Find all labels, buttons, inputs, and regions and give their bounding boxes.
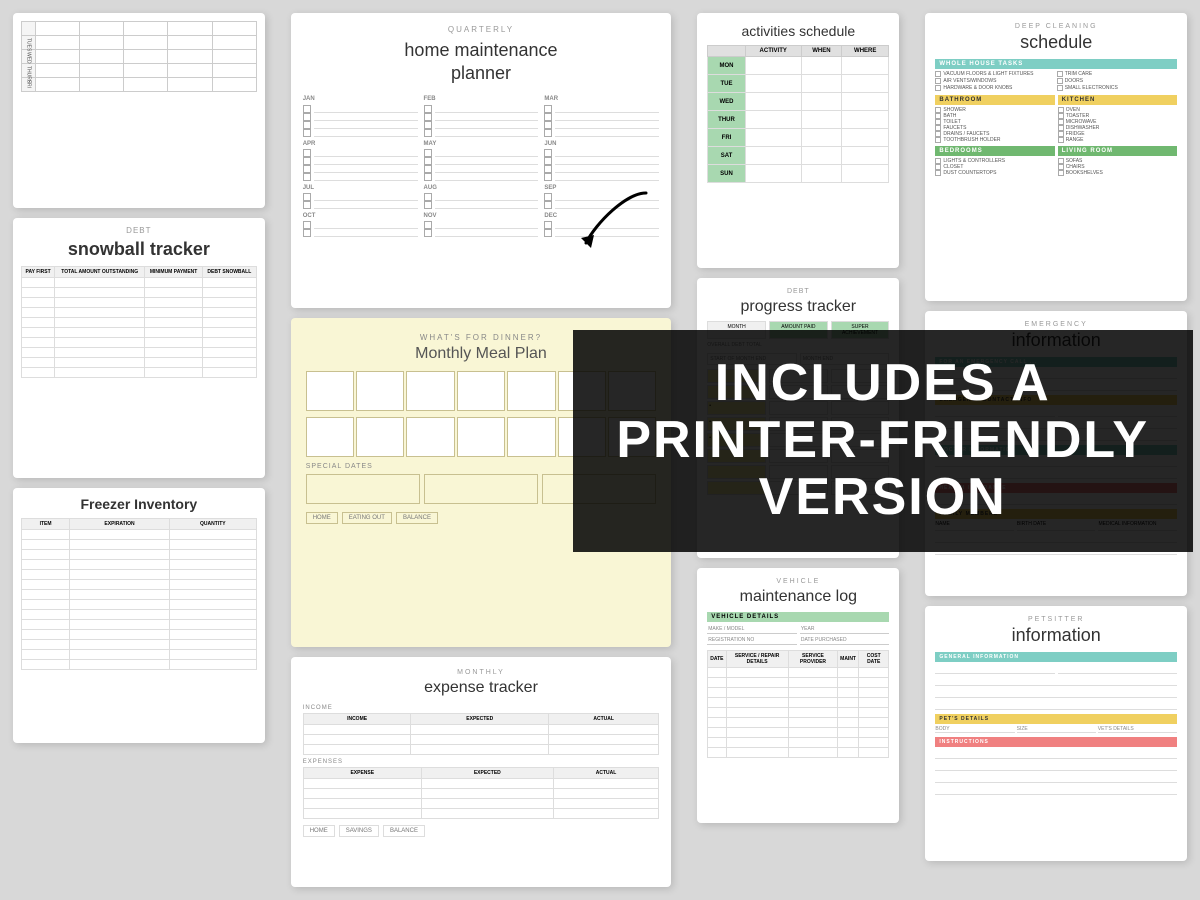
day-wed-act: WED — [708, 93, 745, 111]
dc-bath-kitchen: BATHROOM SHOWER BATH TOILET FAUCETS DRAI… — [935, 95, 1177, 143]
weekly-calendar-card: TUES WED THURS FRI — [13, 13, 265, 208]
home-maint-title: home maintenanceplanner — [303, 39, 660, 86]
dc-kitchen-header: KITCHEN — [1058, 95, 1177, 105]
dc-bedrooms-header: BEDROOMS — [935, 146, 1054, 156]
veh-date-purchased: DATE PURCHASED — [800, 636, 890, 645]
vehicle-title: maintenance log — [707, 588, 889, 606]
day-tues: TUES — [22, 36, 36, 50]
dc-whole-house: WHOLE HOUSE TASKS VACUUM FLOORS & LIGHT … — [935, 59, 1177, 91]
dc-kitchen-section: KITCHEN OVEN TOASTER MICROWAVE DISHWASHE… — [1058, 95, 1177, 143]
dc-title: schedule — [935, 32, 1177, 53]
snowball-title: snowball tracker — [21, 239, 257, 260]
main-layout: TUES WED THURS FRI DEBT snow — [0, 0, 1200, 900]
freezer-table: ITEM EXPIRATION QUANTITY — [21, 518, 257, 670]
dc-whole-house-items: VACUUM FLOORS & LIGHT FIXTURES TRIM CARE… — [935, 71, 1177, 91]
snowball-table: PAY FIRST TOTAL AMOUNT OUTSTANDING MINIM… — [21, 266, 257, 378]
freezer-title: Freezer Inventory — [21, 496, 257, 512]
month-col-feb: FEB MAY AUG NOV — [424, 96, 539, 237]
veh-make-model: MAKE / MODEL — [707, 625, 797, 634]
calendar-table: TUES WED THURS FRI — [21, 21, 257, 92]
pet-general-fields — [935, 664, 1177, 710]
dc-bathroom-section: BATHROOM SHOWER BATH TOILET FAUCETS DRAI… — [935, 95, 1054, 143]
overlay-banner: INCLUDES A PRINTER-FRIENDLY VERSION — [573, 330, 1193, 552]
day-fri-act: FRI — [708, 129, 745, 147]
activities-schedule-card: activities schedule ACTIVITY WHEN WHERE … — [697, 13, 899, 268]
exp-savings-btn[interactable]: SAVINGS — [339, 825, 379, 837]
deep-cleaning-card: DEEP CLEANING schedule WHOLE HOUSE TASKS… — [925, 13, 1187, 301]
dc-bed-living: BEDROOMS LIGHTS & CONTROLLERS CLOSET DUS… — [935, 146, 1177, 176]
dc-living-section: LIVING ROOM SOFAS CHAIRS BOOKSHELVES — [1058, 146, 1177, 176]
pet-instructions-header: INSTRUCTIONS — [935, 737, 1177, 747]
day-tue: TUE — [708, 75, 745, 93]
petsitter-subtitle: PETSITTER — [935, 616, 1177, 623]
vehicle-subtitle: VEHICLE — [707, 578, 889, 585]
day-thur: THUR — [708, 111, 745, 129]
month-col-jan: JAN APR JUL OCT — [303, 96, 418, 237]
pet-details-header: PET'S DETAILS — [935, 714, 1177, 724]
meal-home-btn[interactable]: HOME — [306, 512, 338, 524]
dc-bathroom-header: BATHROOM — [935, 95, 1054, 105]
meal-eatingout-btn[interactable]: EATING OUT — [342, 512, 392, 524]
expense-title: expense tracker — [303, 679, 660, 697]
day-empty — [22, 22, 36, 36]
pet-details-grid: BODY SIZE VET'S DETAILS — [935, 726, 1177, 733]
expense-subtitle: MONTHLY — [303, 669, 660, 676]
exp-home-btn[interactable]: HOME — [303, 825, 335, 837]
petsitter-title: information — [935, 625, 1177, 646]
exp-balance-btn[interactable]: BALANCE — [383, 825, 425, 837]
dc-whole-house-header: WHOLE HOUSE TASKS — [935, 59, 1177, 69]
freezer-inventory-card: Freezer Inventory ITEM EXPIRATION QUANTI… — [13, 488, 265, 743]
veh-reg-no: REGISTRATION NO — [707, 636, 797, 645]
day-mon: MON — [708, 57, 745, 75]
day-thurs: THURS — [22, 64, 36, 78]
income-table: INCOMEEXPECTEDACTUAL — [303, 713, 660, 755]
snowball-subtitle: DEBT — [21, 226, 257, 235]
activities-title: activities schedule — [707, 23, 889, 39]
activities-table: ACTIVITY WHEN WHERE MON TUE WED THU — [707, 45, 889, 183]
home-maint-subtitle: QUARTERLY — [303, 25, 660, 34]
home-maintenance-card: QUARTERLY home maintenanceplanner JAN AP… — [291, 13, 672, 308]
dp-subtitle: DEBT — [707, 288, 889, 295]
expenses-label: EXPENSES — [303, 759, 660, 765]
arrow-icon — [576, 183, 666, 253]
expense-tracker-card: MONTHLY expense tracker INCOME INCOMEEXP… — [291, 657, 672, 887]
vehicle-detail-rows: MAKE / MODEL YEAR REGISTRATION NO DATE P… — [707, 625, 889, 645]
dc-subtitle: DEEP CLEANING — [935, 23, 1177, 30]
left-column: TUES WED THURS FRI DEBT snow — [0, 0, 278, 900]
snowball-tracker-card: DEBT snowball tracker PAY FIRST TOTAL AM… — [13, 218, 265, 478]
veh-year: YEAR — [800, 625, 890, 634]
day-sat: SAT — [708, 147, 745, 165]
expenses-table: EXPENSEEXPECTEDACTUAL — [303, 767, 660, 819]
dp-title: progress tracker — [707, 298, 889, 316]
vehicle-details-header: VEHICLE DETAILS — [707, 612, 889, 622]
dc-bedrooms-section: BEDROOMS LIGHTS & CONTROLLERS CLOSET DUS… — [935, 146, 1054, 176]
meal-balance-btn[interactable]: BALANCE — [396, 512, 438, 524]
expense-buttons: HOME SAVINGS BALANCE — [303, 825, 660, 837]
pet-general-header: GENERAL INFORMATION — [935, 652, 1177, 662]
dc-living-header: LIVING ROOM — [1058, 146, 1177, 156]
day-fri: FRI — [22, 78, 36, 92]
day-wed: WED — [22, 50, 36, 64]
middle-column: QUARTERLY home maintenanceplanner JAN AP… — [278, 0, 685, 900]
income-label: INCOME — [303, 705, 660, 711]
petsitter-card: PETSITTER information GENERAL INFORMATIO… — [925, 606, 1187, 861]
vehicle-log-table: DATE SERVICE / REPAIR DETAILS SERVICE PR… — [707, 650, 889, 758]
pet-instructions-fields — [935, 749, 1177, 795]
em-subtitle: EMERGENCY — [935, 321, 1177, 328]
day-sun: SUN — [708, 165, 745, 183]
vehicle-maintenance-card: VEHICLE maintenance log VEHICLE DETAILS … — [697, 568, 899, 823]
